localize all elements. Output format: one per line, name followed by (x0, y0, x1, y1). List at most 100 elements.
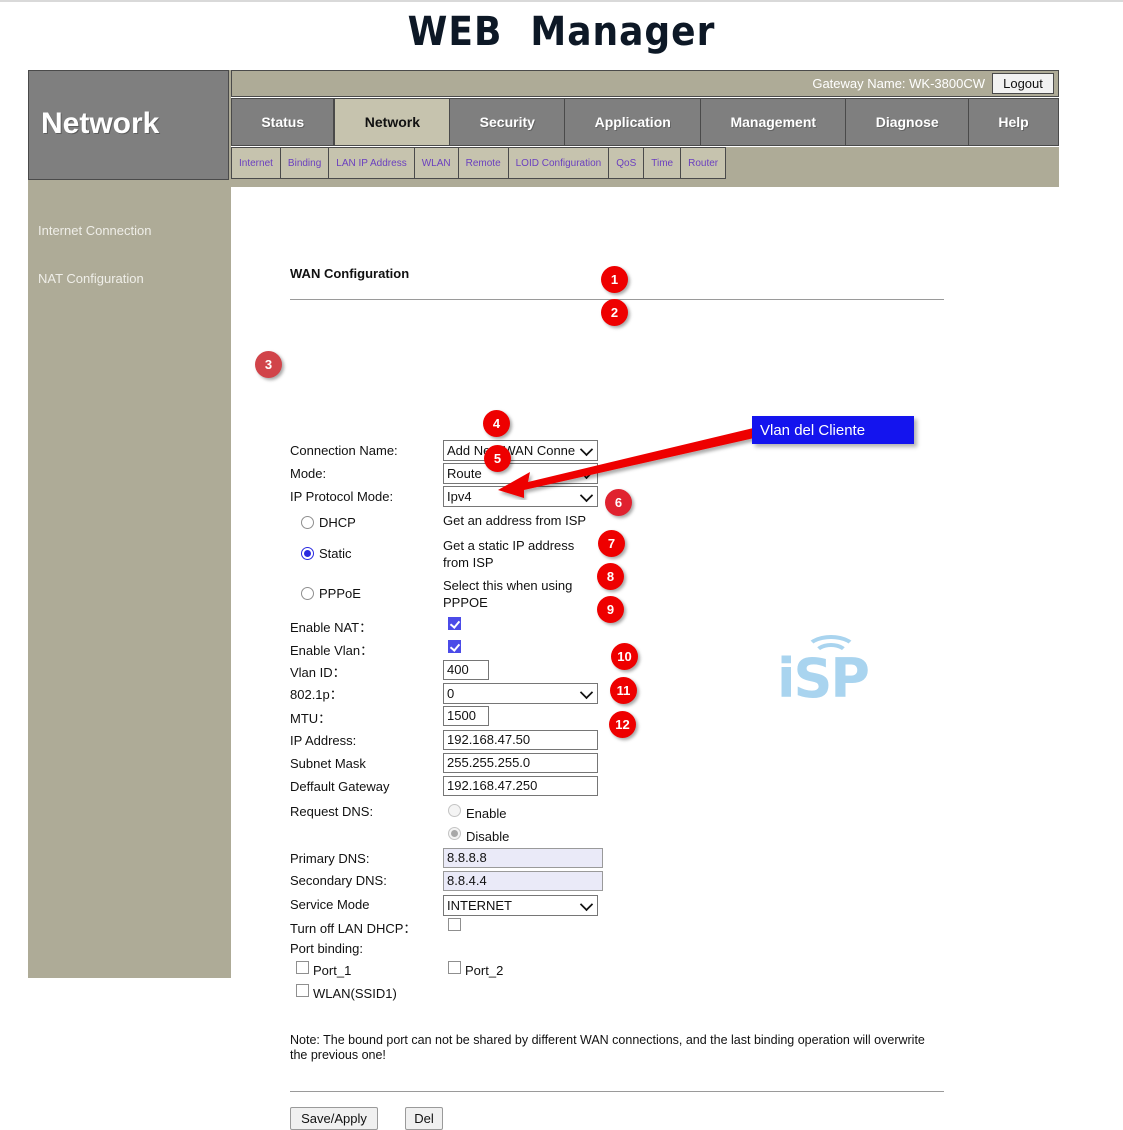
dhcp-label: DHCP (319, 515, 356, 530)
mtu-label: MTU： (290, 708, 331, 727)
sidebar-item-internet-connection[interactable]: Internet Connection (38, 223, 151, 238)
subnet-mask-input[interactable]: 255.255.255.0 (443, 753, 598, 773)
save-apply-button[interactable]: Save/Apply (290, 1107, 378, 1130)
ip-protocol-mode-value: Ipv4 (447, 489, 472, 504)
mtu-input[interactable]: 1500 (443, 706, 489, 726)
wlan-ssid1-checkbox[interactable] (296, 984, 309, 997)
request-dns-disable-radio[interactable] (448, 827, 461, 840)
primary-dns-input[interactable]: 8.8.8.8 (443, 848, 603, 868)
port-1-label: Port_1 (313, 963, 351, 978)
vlan-callout: Vlan del Cliente (752, 416, 914, 444)
port-2-checkbox[interactable] (448, 961, 461, 974)
subtab-wlan[interactable]: WLAN (415, 148, 459, 178)
chevron-down-icon (580, 686, 593, 699)
static-radio[interactable] (301, 547, 314, 560)
vlan-callout-text: Vlan del Cliente (760, 422, 865, 439)
top-divider (0, 0, 1123, 2)
sidebar-item-nat-configuration[interactable]: NAT Configuration (38, 271, 144, 286)
subtab-internet[interactable]: Internet (232, 148, 281, 178)
request-dns-label: Request DNS: (290, 804, 373, 819)
subtab-lan-ip-address[interactable]: LAN IP Address (329, 148, 414, 178)
badge-5: 5 (484, 445, 511, 472)
subtab-time[interactable]: Time (644, 148, 681, 178)
static-label: Static (319, 546, 352, 561)
default-gateway-label: Deffault Gateway (290, 779, 389, 794)
del-button[interactable]: Del (405, 1107, 443, 1130)
subtab-binding[interactable]: Binding (281, 148, 329, 178)
badge-2: 2 (601, 299, 628, 326)
service-mode-select[interactable]: INTERNET (443, 895, 598, 916)
sidebar-header: Network (28, 70, 229, 180)
dhcp-radio[interactable] (301, 516, 314, 529)
tab-help[interactable]: Help (969, 99, 1058, 145)
badge-10: 10 (611, 643, 638, 670)
subtab-loid-configuration[interactable]: LOID Configuration (509, 148, 610, 178)
dot1p-label: 802.1p： (290, 684, 343, 703)
wifi-arc-inner-icon (813, 643, 849, 667)
request-dns-disable-label: Disable (466, 829, 509, 844)
pppoe-label: PPPoE (319, 586, 361, 601)
badge-11: 11 (610, 677, 637, 704)
subtab-router[interactable]: Router (681, 148, 725, 178)
tab-status[interactable]: Status (232, 99, 334, 145)
request-dns-enable-radio[interactable] (448, 804, 461, 817)
badge-4: 4 (483, 410, 510, 437)
enable-vlan-checkbox[interactable] (448, 640, 461, 653)
gateway-name-label: Gateway Name: WK-3800CW (812, 76, 985, 91)
subnet-mask-label: Subnet Mask (290, 756, 366, 771)
enable-nat-label: Enable NAT： (290, 617, 372, 636)
ip-address-label: IP Address: (290, 733, 356, 748)
badge-12: 12 (609, 711, 636, 738)
dot1p-select[interactable]: 0 (443, 683, 598, 704)
wifi-arc-outer-icon (805, 635, 857, 665)
logout-button[interactable]: Logout (992, 73, 1054, 94)
pppoe-radio[interactable] (301, 587, 314, 600)
isp-watermark: iSP (777, 633, 937, 703)
subtab-qos[interactable]: QoS (609, 148, 644, 178)
chevron-down-icon (580, 898, 593, 911)
tab-application[interactable]: Application (565, 99, 701, 145)
content-panel: WAN Configuration iSP Connection Name: A… (231, 187, 1057, 978)
port-1-checkbox[interactable] (296, 961, 309, 974)
turn-off-lan-dhcp-label: Turn off LAN DHCP： (290, 918, 416, 937)
request-dns-enable-label: Enable (466, 806, 506, 821)
divider-bottom (290, 1091, 944, 1092)
tab-security[interactable]: Security (450, 99, 565, 145)
page-title-web: WEB (408, 9, 503, 55)
default-gateway-input[interactable]: 192.168.47.250 (443, 776, 598, 796)
port-2-label: Port_2 (465, 963, 503, 978)
watermark-text: iSP (777, 647, 868, 710)
annotation-arrow (480, 420, 770, 500)
wan-configuration-title: WAN Configuration (290, 266, 409, 281)
main-nav: Status Network Security Application Mana… (231, 98, 1059, 146)
service-mode-value: INTERNET (447, 898, 512, 913)
subtab-remote[interactable]: Remote (459, 148, 509, 178)
secondary-dns-input[interactable]: 8.8.4.4 (443, 871, 603, 891)
ip-protocol-mode-label: IP Protocol Mode: (290, 489, 393, 504)
mode-label: Mode: (290, 466, 326, 481)
connection-name-label: Connection Name: (290, 443, 398, 458)
enable-vlan-label: Enable Vlan： (290, 640, 373, 659)
dhcp-hint: Get an address from ISP (443, 512, 593, 529)
sidebar-heading: Network (41, 107, 159, 141)
page-title-manager: Manager (530, 9, 715, 55)
turn-off-lan-dhcp-checkbox[interactable] (448, 918, 461, 931)
wlan-ssid1-label: WLAN(SSID1) (313, 986, 397, 1001)
pppoe-hint: Select this when using PPPOE (443, 577, 593, 611)
tab-network[interactable]: Network (334, 99, 450, 145)
badge-3: 3 (255, 351, 282, 378)
badge-1: 1 (601, 266, 628, 293)
enable-nat-checkbox[interactable] (448, 617, 461, 630)
vlan-id-input[interactable]: 400 (443, 660, 489, 680)
badge-7: 7 (598, 530, 625, 557)
mode-value: Route (447, 466, 482, 481)
tab-diagnose[interactable]: Diagnose (846, 99, 969, 145)
vlan-id-label: Vlan ID： (290, 662, 346, 681)
tab-management[interactable]: Management (701, 99, 846, 145)
gateway-bar: Gateway Name: WK-3800CW Logout (231, 70, 1059, 97)
sub-nav-wrap: Internet Binding LAN IP Address WLAN Rem… (231, 147, 1059, 179)
sub-nav: Internet Binding LAN IP Address WLAN Rem… (231, 147, 726, 179)
right-column: Gateway Name: WK-3800CW Logout Status Ne… (231, 70, 1059, 978)
ip-address-input[interactable]: 192.168.47.50 (443, 730, 598, 750)
app-frame: Network Internet Connection NAT Configur… (28, 70, 1059, 978)
